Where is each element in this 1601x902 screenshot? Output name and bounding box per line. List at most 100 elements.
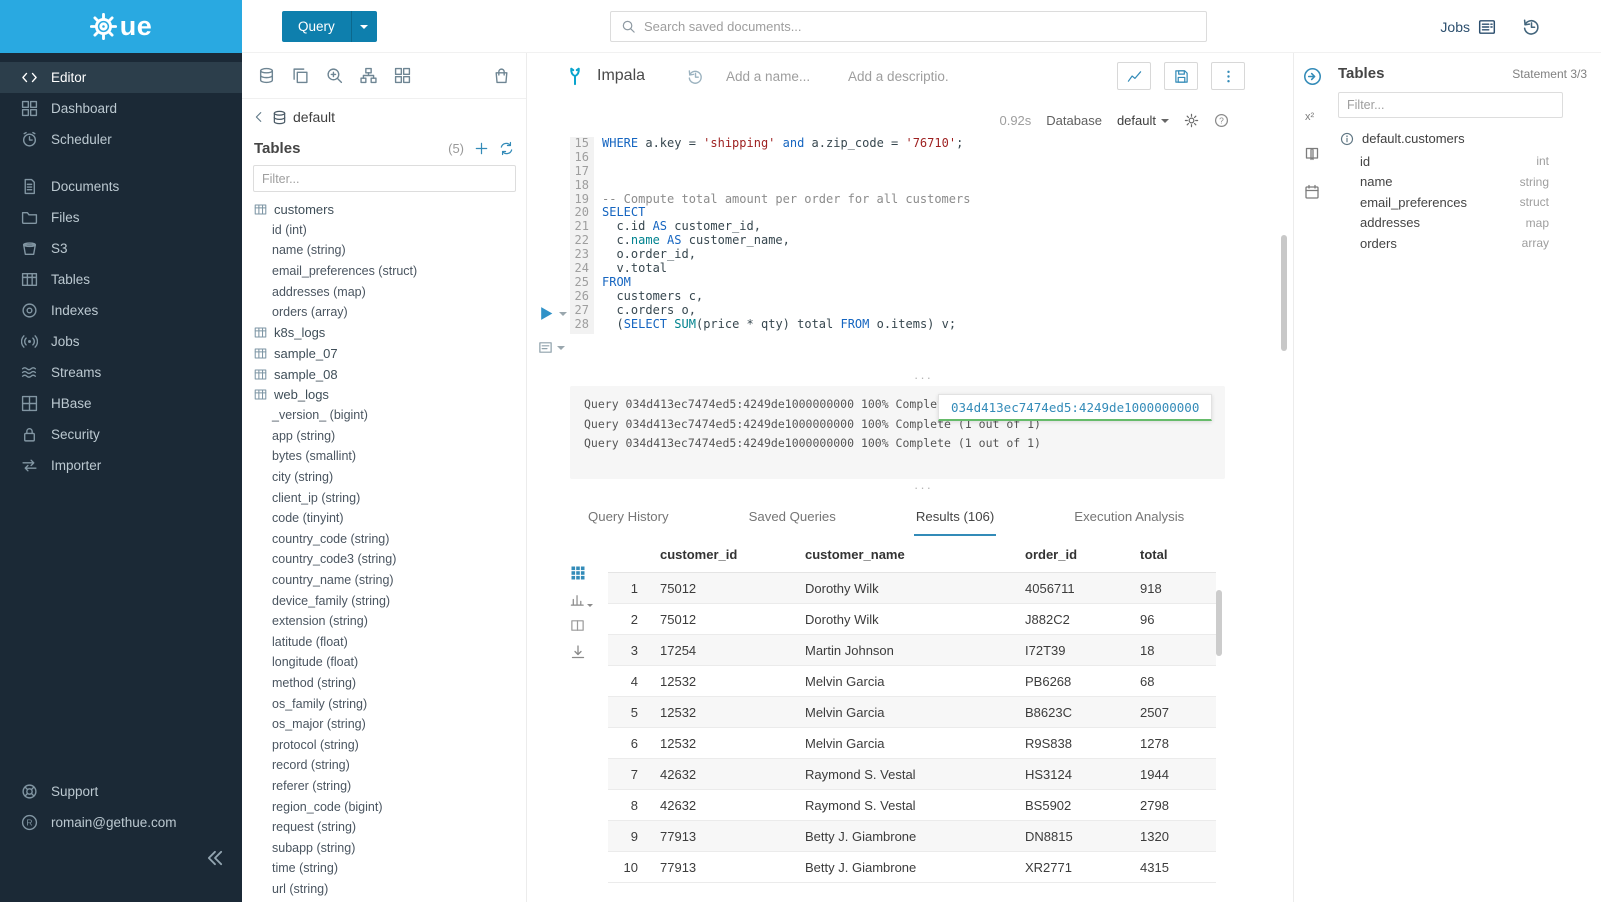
sidebar-item-s3[interactable]: S3 bbox=[0, 233, 242, 264]
chart-button[interactable] bbox=[1117, 62, 1151, 90]
code-line[interactable]: SELECT bbox=[602, 206, 1277, 220]
more-actions-button[interactable] bbox=[1211, 62, 1245, 90]
sidebar-item-tables[interactable]: Tables bbox=[0, 264, 242, 295]
code-line[interactable]: v.total bbox=[602, 262, 1277, 276]
sidebar-item-scheduler[interactable]: Scheduler bbox=[0, 124, 242, 155]
assist-column-row[interactable]: request (string) bbox=[242, 817, 526, 838]
resize-handle[interactable] bbox=[570, 483, 1277, 495]
assist-table-row[interactable]: sample_07 bbox=[242, 343, 526, 364]
active-table-name[interactable]: default.customers bbox=[1362, 131, 1465, 146]
assist-column-row[interactable]: orders (array) bbox=[242, 302, 526, 323]
tab-execution-analysis[interactable]: Execution Analysis bbox=[1072, 501, 1186, 536]
tab-results-106-[interactable]: Results (106) bbox=[914, 501, 996, 536]
document-search-bar[interactable] bbox=[610, 11, 1207, 42]
query-name-input[interactable] bbox=[726, 69, 826, 84]
search-input[interactable] bbox=[644, 19, 1206, 34]
table-row[interactable]: 412532Melvin GarciaPB626868 bbox=[608, 666, 1216, 697]
schema-column-row[interactable]: namestring bbox=[1360, 172, 1549, 193]
query-type-dropdown[interactable] bbox=[351, 11, 377, 42]
code-line[interactable]: WHERE a.key = 'shipping' and a.zip_code … bbox=[602, 137, 1277, 151]
assist-column-row[interactable]: referer (string) bbox=[242, 776, 526, 797]
hue-logo[interactable]: ue bbox=[0, 0, 242, 53]
table-row[interactable]: 512532Melvin GarciaB8623C2507 bbox=[608, 697, 1216, 728]
assist-column-row[interactable]: os_family (string) bbox=[242, 693, 526, 714]
format-options-caret[interactable] bbox=[557, 346, 565, 350]
sql-editor[interactable]: 1516171819202122232425262728 WHERE a.key… bbox=[570, 137, 1277, 334]
column-header[interactable]: customer_id bbox=[644, 539, 789, 573]
code-line[interactable]: c.id AS customer_id, bbox=[602, 220, 1277, 234]
tab-query-history[interactable]: Query History bbox=[586, 501, 671, 536]
sidebar-item-documents[interactable]: Documents bbox=[0, 171, 242, 202]
database-select[interactable]: default bbox=[1117, 113, 1169, 128]
assist-column-row[interactable]: record (string) bbox=[242, 755, 526, 776]
documents-icon[interactable] bbox=[292, 67, 309, 84]
table-row[interactable]: 175012Dorothy Wilk4056711918 bbox=[608, 573, 1216, 604]
assist-table-row[interactable]: web_logs bbox=[242, 384, 526, 405]
schema-column-row[interactable]: email_preferencesstruct bbox=[1360, 192, 1549, 213]
jobs-link[interactable]: Jobs bbox=[1440, 18, 1496, 36]
sidebar-item-indexes[interactable]: Indexes bbox=[0, 295, 242, 326]
column-header[interactable]: customer_name bbox=[789, 539, 1009, 573]
chevron-left-icon[interactable] bbox=[252, 110, 266, 124]
sidebar-item-security[interactable]: Security bbox=[0, 419, 242, 450]
tab-saved-queries[interactable]: Saved Queries bbox=[747, 501, 838, 536]
collapse-sidebar-icon[interactable] bbox=[204, 847, 226, 869]
assist-column-row[interactable]: os_major (string) bbox=[242, 714, 526, 735]
assist-column-row[interactable]: client_ip (string) bbox=[242, 487, 526, 508]
columns-view-icon[interactable] bbox=[570, 618, 585, 633]
assist-column-row[interactable]: city (string) bbox=[242, 467, 526, 488]
assist-column-row[interactable]: latitude (float) bbox=[242, 631, 526, 652]
assist-column-row[interactable]: country_name (string) bbox=[242, 570, 526, 591]
schedule-icon[interactable] bbox=[1304, 184, 1320, 200]
save-button[interactable] bbox=[1164, 62, 1198, 90]
code-line[interactable]: FROM bbox=[602, 276, 1277, 290]
engine-title[interactable]: Impala bbox=[597, 67, 645, 85]
assist-column-row[interactable]: subapp (string) bbox=[242, 837, 526, 858]
download-icon[interactable] bbox=[570, 644, 586, 660]
schema-column-row[interactable]: idint bbox=[1360, 151, 1549, 172]
code-line[interactable]: o.order_id, bbox=[602, 248, 1277, 262]
assist-column-row[interactable]: device_family (string) bbox=[242, 590, 526, 611]
assist-filter-input[interactable] bbox=[253, 165, 516, 192]
code-line[interactable]: -- Compute total amount per order for al… bbox=[602, 193, 1277, 207]
database-breadcrumb[interactable]: default bbox=[293, 109, 335, 125]
assist-column-row[interactable]: protocol (string) bbox=[242, 734, 526, 755]
collections-bag-icon[interactable] bbox=[493, 67, 510, 84]
editor-code[interactable]: WHERE a.key = 'shipping' and a.zip_code … bbox=[594, 137, 1277, 334]
assist-column-row[interactable]: region_code (bigint) bbox=[242, 796, 526, 817]
sidebar-item-dashboard[interactable]: Dashboard bbox=[0, 93, 242, 124]
new-query-button[interactable]: Query bbox=[282, 11, 377, 42]
assist-table-row[interactable]: k8s_logs bbox=[242, 323, 526, 344]
sidebar-item-importer[interactable]: Importer bbox=[0, 450, 242, 481]
code-line[interactable]: (SELECT SUM(price * qty) total FROM o.it… bbox=[602, 318, 1277, 332]
table-row[interactable]: 1077913Betty J. GiambroneXR27714315 bbox=[608, 852, 1216, 883]
assist-toggle-icon[interactable] bbox=[1303, 67, 1322, 86]
assist-column-row[interactable]: id (int) bbox=[242, 220, 526, 241]
sources-icon[interactable] bbox=[258, 67, 275, 84]
table-row[interactable]: 275012Dorothy WilkJ882C296 bbox=[608, 604, 1216, 635]
sidebar-item-hbase[interactable]: HBase bbox=[0, 388, 242, 419]
code-line[interactable] bbox=[602, 151, 1277, 165]
assist-column-row[interactable]: time (string) bbox=[242, 858, 526, 879]
query-description-input[interactable] bbox=[848, 69, 948, 84]
snippet-history-icon[interactable] bbox=[687, 68, 704, 85]
sidebar-item-files[interactable]: Files bbox=[0, 202, 242, 233]
right-filter-input[interactable] bbox=[1338, 92, 1563, 118]
code-line[interactable]: c.name AS customer_name, bbox=[602, 234, 1277, 248]
assist-table-row[interactable]: customers bbox=[242, 199, 526, 220]
assist-column-row[interactable]: country_code3 (string) bbox=[242, 549, 526, 570]
schema-column-row[interactable]: addressesmap bbox=[1360, 213, 1549, 234]
language-reference-icon[interactable] bbox=[1304, 146, 1320, 162]
info-icon[interactable] bbox=[1340, 132, 1354, 146]
settings-gear-icon[interactable] bbox=[1184, 113, 1199, 128]
add-table-icon[interactable] bbox=[474, 141, 489, 156]
code-line[interactable] bbox=[602, 165, 1277, 179]
sidebar-item-editor[interactable]: Editor bbox=[0, 62, 242, 93]
sidebar-item-streams[interactable]: Streams bbox=[0, 357, 242, 388]
assist-column-row[interactable]: url (string) bbox=[242, 879, 526, 900]
code-line[interactable]: customers c, bbox=[602, 290, 1277, 304]
table-row[interactable]: 842632Raymond S. VestalBS59022798 bbox=[608, 790, 1216, 821]
grid-view-icon[interactable] bbox=[570, 565, 586, 581]
code-line[interactable]: c.orders o, bbox=[602, 304, 1277, 318]
column-header[interactable]: order_id bbox=[1009, 539, 1124, 573]
